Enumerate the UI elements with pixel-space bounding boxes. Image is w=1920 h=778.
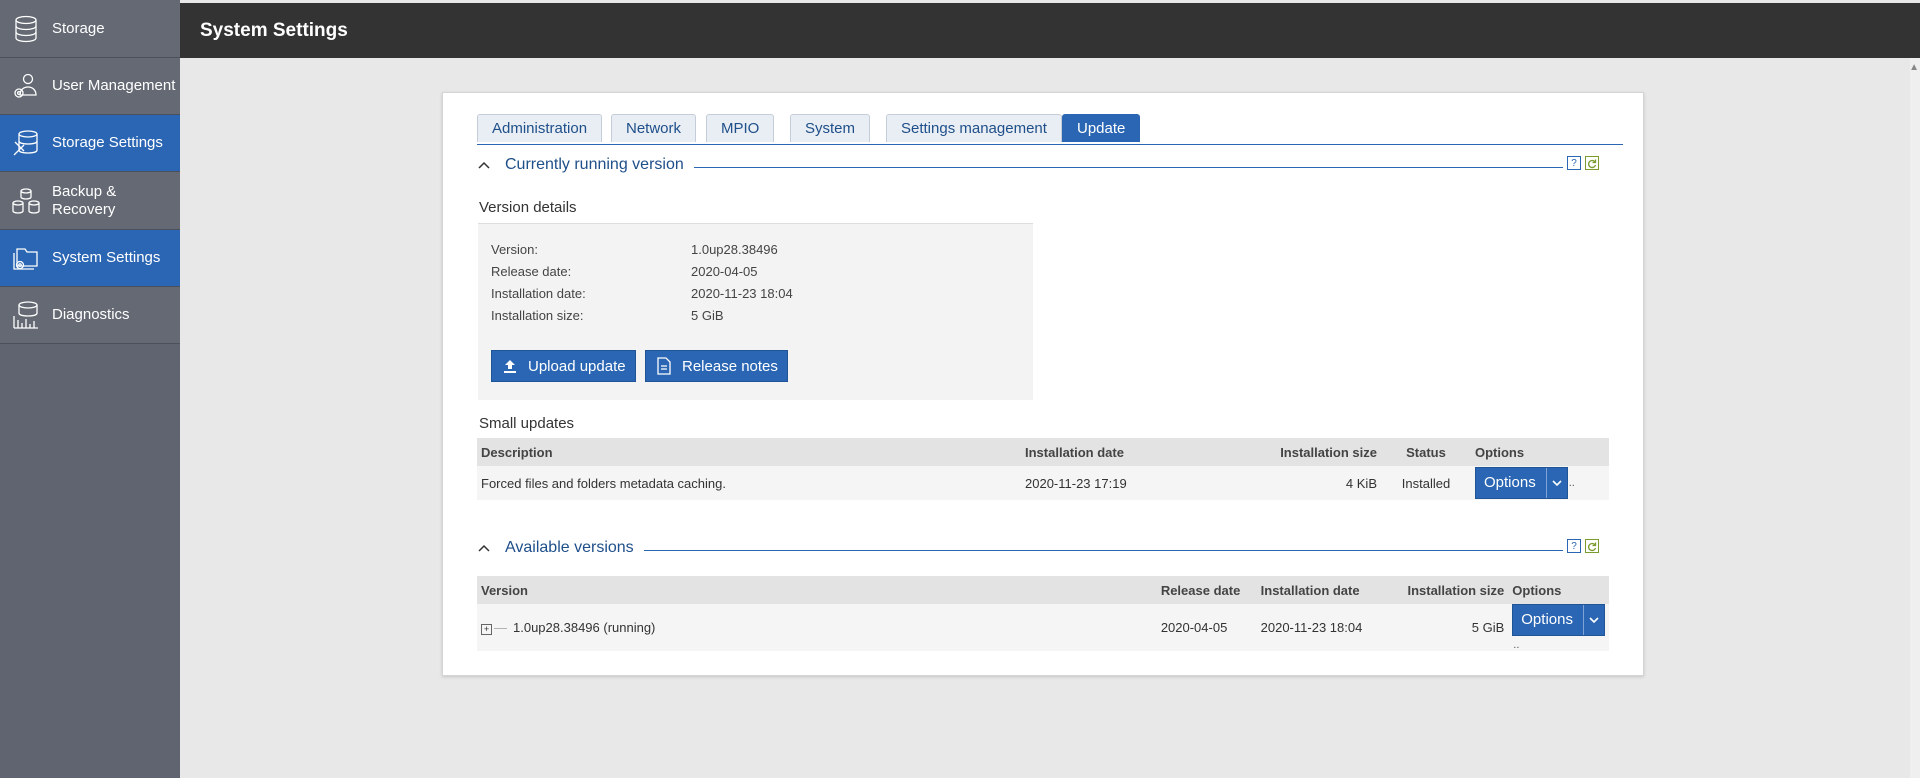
backup-icon: [0, 173, 52, 229]
release-date-cell: 2020-04-05: [1156, 604, 1257, 651]
installation-date-cell: 2020-11-23 18:04: [1256, 604, 1392, 651]
chevron-down-icon[interactable]: [1545, 468, 1567, 498]
column-header[interactable]: Status: [1381, 438, 1471, 466]
options-button[interactable]: Options: [1475, 467, 1568, 499]
tab-network[interactable]: Network: [611, 114, 697, 142]
version-details-title: Version details: [479, 199, 577, 216]
release-date-value: 2020-04-05: [691, 264, 758, 279]
tab-bar: Administration Network MPIO System Setti…: [477, 114, 1623, 145]
section-header-current: Currently running version ?: [477, 156, 1605, 178]
release-notes-label: Release notes: [682, 357, 778, 375]
sidebar-item-label: Storage Settings: [52, 134, 163, 151]
version-name: 1.0up28.38496 (running): [513, 620, 656, 635]
version-label: Version:: [491, 242, 538, 257]
refresh-icon[interactable]: [1585, 156, 1599, 170]
divider: [505, 550, 1563, 551]
installation-date-value: 2020-11-23 18:04: [691, 286, 793, 301]
chevron-down-icon[interactable]: [1582, 605, 1604, 635]
release-notes-button[interactable]: Release notes: [645, 350, 788, 382]
tab-update[interactable]: Update: [1062, 114, 1141, 142]
sidebar-item-storage[interactable]: Storage: [0, 0, 180, 58]
upload-icon: [504, 360, 516, 373]
version-cell: + — 1.0up28.38496 (running): [477, 604, 1157, 651]
tab-administration[interactable]: Administration: [477, 114, 603, 142]
sidebar-item-label: User Management: [52, 77, 176, 94]
column-header[interactable]: Installation date: [1256, 576, 1392, 604]
page-title: System Settings: [200, 20, 348, 41]
options-label: Options: [1484, 474, 1536, 491]
small-updates-title: Small updates: [479, 415, 575, 432]
document-icon: [657, 357, 671, 375]
sidebar-item-backup-recovery[interactable]: Backup & Recovery: [0, 172, 180, 230]
sidebar-item-label: Storage: [52, 19, 105, 37]
section-title: Available versions: [505, 539, 644, 557]
installation-date-label: Installation date:: [491, 286, 586, 301]
table-row[interactable]: + — 1.0up28.38496 (running) 2020-04-05 202…: [477, 604, 1609, 651]
column-header[interactable]: Installation size: [1251, 438, 1381, 466]
installation-size-cell: 4 KiB: [1251, 466, 1381, 500]
tab-settings-management[interactable]: Settings management: [886, 114, 1062, 142]
database-icon: [0, 1, 52, 57]
more-dots: ..: [1513, 639, 1520, 651]
installation-size-label: Installation size:: [491, 308, 584, 323]
version-value: 1.0up28.38496: [691, 242, 778, 257]
options-cell: Options ..: [1471, 466, 1609, 500]
help-icon[interactable]: ?: [1567, 539, 1581, 553]
column-header[interactable]: Description: [477, 438, 1021, 466]
sidebar: Storage User Management Storage Settings…: [0, 0, 180, 778]
version-details-box: Version: 1.0up28.38496 Release date: 202…: [478, 223, 1033, 400]
section-title: Currently running version: [505, 156, 694, 174]
column-header[interactable]: Release date: [1156, 576, 1257, 604]
chevron-up-icon[interactable]: [477, 158, 491, 172]
section-header-available: Available versions ?: [477, 539, 1605, 561]
sidebar-item-user-management[interactable]: User Management: [0, 58, 180, 115]
upload-update-button[interactable]: Upload update: [491, 350, 636, 382]
help-icon[interactable]: ?: [1567, 156, 1581, 170]
sidebar-item-storage-settings[interactable]: Storage Settings: [0, 115, 180, 172]
sidebar-item-label: Backup & Recovery: [52, 182, 117, 218]
tab-mpio[interactable]: MPIO: [706, 114, 775, 142]
release-date-label: Release date:: [491, 264, 572, 279]
options-label: Options: [1521, 611, 1573, 628]
installation-size-value: 5 GiB: [691, 308, 724, 323]
column-header[interactable]: Version: [477, 576, 1157, 604]
settings-folder-icon: [0, 230, 52, 286]
diagnostics-icon: [0, 287, 52, 343]
upload-update-label: Upload update: [528, 357, 626, 375]
refresh-icon[interactable]: [1585, 539, 1599, 553]
installation-size-cell: 5 GiB: [1391, 604, 1509, 651]
scroll-up-icon[interactable]: ▲: [1909, 62, 1919, 73]
tab-system[interactable]: System: [790, 114, 871, 142]
installation-date-cell: 2020-11-23 17:19: [1021, 466, 1251, 500]
status-cell: Installed: [1381, 466, 1471, 500]
chevron-up-icon[interactable]: [477, 541, 491, 555]
sidebar-item-diagnostics[interactable]: Diagnostics: [0, 287, 180, 344]
column-header[interactable]: Installation date: [1021, 438, 1251, 466]
description-cell: Forced files and folders metadata cachin…: [477, 466, 1021, 500]
column-header[interactable]: Options: [1508, 576, 1609, 604]
sidebar-item-system-settings[interactable]: System Settings: [0, 230, 180, 287]
column-header[interactable]: Options: [1471, 438, 1609, 466]
sidebar-item-label: Diagnostics: [52, 306, 130, 323]
top-bar: System Settings: [180, 0, 1920, 58]
sidebar-item-label: System Settings: [52, 249, 161, 266]
main-panel: Administration Network MPIO System Setti…: [442, 92, 1644, 676]
available-versions-table: Version Release date Installation date I…: [477, 576, 1609, 651]
more-dots: ..: [1568, 477, 1575, 490]
options-button[interactable]: Options: [1512, 604, 1605, 636]
user-gear-icon: [0, 58, 52, 114]
vertical-scrollbar[interactable]: [1910, 58, 1920, 778]
column-header[interactable]: Installation size: [1391, 576, 1509, 604]
database-tools-icon: [0, 115, 52, 171]
expand-icon[interactable]: +: [481, 624, 492, 635]
table-row[interactable]: Forced files and folders metadata cachin…: [477, 466, 1609, 500]
tree-connector: —: [494, 620, 507, 635]
small-updates-table: Description Installation date Installati…: [477, 438, 1609, 500]
options-cell: Options ..: [1508, 604, 1609, 651]
